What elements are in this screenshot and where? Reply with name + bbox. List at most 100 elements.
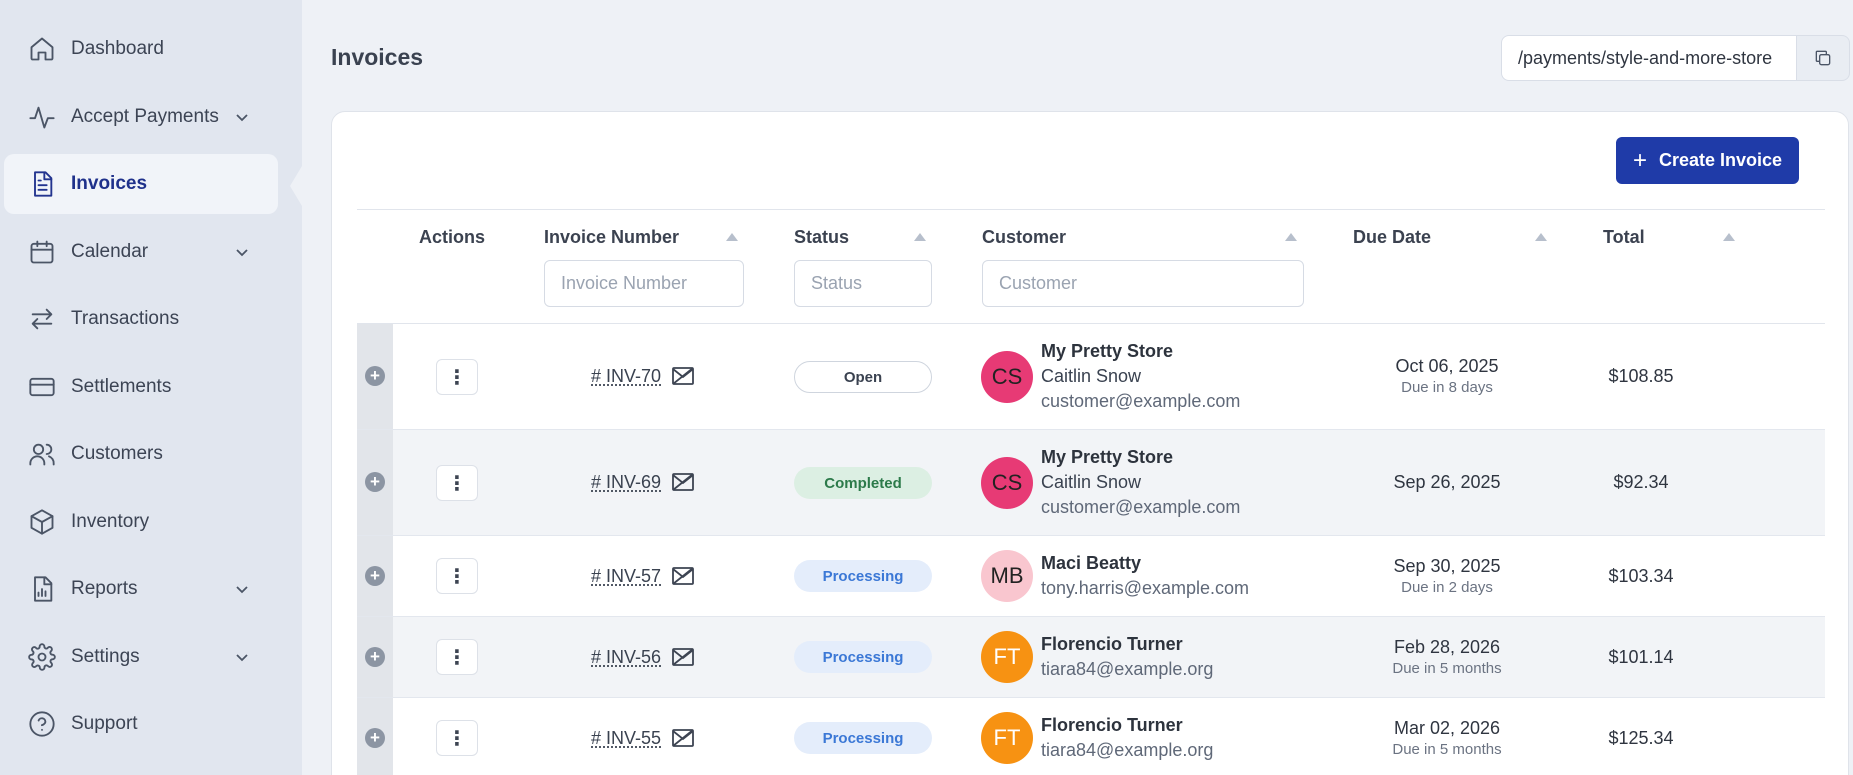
customer-contact: Caitlin Snow	[1041, 472, 1142, 492]
activity-icon	[28, 103, 56, 131]
sidebar-item-label: Settlements	[71, 376, 172, 397]
column-header-due-date[interactable]: Due Date	[1353, 227, 1431, 248]
sidebar-item-label: Dashboard	[71, 38, 164, 59]
sidebar-item-inventory[interactable]: Inventory	[4, 492, 278, 552]
row-actions-button[interactable]: ⋮	[436, 359, 478, 395]
sort-icon[interactable]	[914, 233, 926, 241]
sidebar-item-transactions[interactable]: Transactions	[4, 289, 278, 349]
column-header-invoice-number[interactable]: Invoice Number	[544, 227, 679, 248]
invoice-total: $108.85	[1608, 366, 1674, 386]
expand-row-icon[interactable]: +	[365, 472, 385, 492]
customer-filter[interactable]	[982, 260, 1304, 307]
sidebar-item-dashboard[interactable]: Dashboard	[4, 19, 278, 79]
due-date: Oct 06, 2025	[1395, 356, 1499, 376]
due-note: Due in 2 days	[1401, 579, 1493, 596]
mail-off-icon[interactable]	[671, 728, 695, 748]
active-indicator	[290, 166, 302, 206]
chevron-down-icon	[234, 109, 250, 125]
avatar: CS	[981, 457, 1033, 509]
invoice-number-filter[interactable]	[544, 260, 744, 307]
sidebar-item-settlements[interactable]: Settlements	[4, 357, 278, 417]
invoice-total: $103.34	[1608, 566, 1674, 586]
status-badge: Processing	[794, 722, 932, 754]
table-row: + ⋮ # INV-57 Processing MB Maci Beatty t…	[357, 536, 1825, 617]
sidebar: Dashboard Accept Payments Invoices Calen…	[0, 0, 302, 775]
sidebar-item-settings[interactable]: Settings	[4, 627, 278, 687]
transfer-arrows-icon	[28, 305, 56, 333]
sidebar-item-calendar[interactable]: Calendar	[4, 222, 278, 282]
gear-icon	[28, 643, 56, 671]
status-badge: Processing	[794, 560, 932, 592]
expand-row-icon[interactable]: +	[365, 366, 385, 386]
invoice-number-link[interactable]: # INV-70	[591, 366, 661, 387]
expand-row-icon[interactable]: +	[365, 728, 385, 748]
users-icon	[28, 440, 56, 468]
status-badge: Open	[794, 361, 932, 393]
report-icon	[28, 575, 56, 603]
create-invoice-button[interactable]: + Create Invoice	[1616, 137, 1799, 184]
sort-icon[interactable]	[1285, 233, 1297, 241]
invoice-number-link[interactable]: # INV-69	[591, 472, 661, 493]
table-row: + ⋮ # INV-70 Open CS My Pretty Store Cai…	[357, 324, 1825, 430]
column-header-total[interactable]: Total	[1603, 227, 1645, 248]
sort-icon[interactable]	[1723, 233, 1735, 241]
customer-name: Maci Beatty	[1041, 553, 1142, 573]
sidebar-item-label: Inventory	[71, 511, 150, 532]
help-icon	[28, 710, 56, 738]
expand-row-icon[interactable]: +	[365, 566, 385, 586]
customer-name: My Pretty Store	[1041, 341, 1174, 361]
row-actions-button[interactable]: ⋮	[436, 558, 478, 594]
invoice-total: $101.14	[1608, 647, 1674, 667]
mail-off-icon[interactable]	[671, 566, 695, 586]
chevron-down-icon	[234, 581, 250, 597]
due-date: Feb 28, 2026	[1393, 637, 1501, 657]
mail-off-icon[interactable]	[671, 366, 695, 386]
invoice-number-link[interactable]: # INV-57	[591, 566, 661, 587]
mail-off-icon[interactable]	[671, 647, 695, 667]
invoice-number-link[interactable]: # INV-55	[591, 728, 661, 749]
customer-contact: Caitlin Snow	[1041, 366, 1142, 386]
customer-email: customer@example.com	[1041, 391, 1241, 411]
customer-email: customer@example.com	[1041, 497, 1241, 517]
credit-card-icon	[28, 373, 56, 401]
calendar-icon	[28, 238, 56, 266]
customer-email: tony.harris@example.com	[1041, 578, 1250, 598]
sidebar-item-support[interactable]: Support	[4, 694, 278, 754]
customer-name: Florencio Turner	[1041, 634, 1183, 654]
sort-icon[interactable]	[726, 233, 738, 241]
sidebar-item-label: Support	[71, 713, 138, 734]
avatar: MB	[981, 550, 1033, 602]
customer-email: tiara84@example.org	[1041, 740, 1214, 760]
customer-name: Florencio Turner	[1041, 715, 1183, 735]
invoice-number-link[interactable]: # INV-56	[591, 647, 661, 668]
column-header-status[interactable]: Status	[794, 227, 849, 248]
sidebar-item-label: Customers	[71, 443, 163, 464]
table-row: + ⋮ # INV-55 Processing FT Florencio Tur…	[357, 698, 1825, 775]
sidebar-item-reports[interactable]: Reports	[4, 559, 278, 619]
expand-row-icon[interactable]: +	[365, 647, 385, 667]
row-actions-button[interactable]: ⋮	[436, 465, 478, 501]
invoice-total: $125.34	[1608, 728, 1674, 748]
table-row: + ⋮ # INV-69 Completed CS My Pretty Stor…	[357, 430, 1825, 536]
sidebar-item-label: Invoices	[71, 173, 148, 194]
sidebar-item-label: Calendar	[71, 241, 149, 262]
sidebar-item-invoices[interactable]: Invoices	[4, 154, 278, 214]
home-icon	[28, 35, 56, 63]
copy-url-button[interactable]	[1797, 35, 1850, 81]
due-date: Mar 02, 2026	[1393, 718, 1501, 738]
divider	[357, 209, 1825, 210]
mail-off-icon[interactable]	[671, 472, 695, 492]
status-filter[interactable]	[794, 260, 932, 307]
sidebar-item-label: Settings	[71, 646, 140, 667]
row-actions-button[interactable]: ⋮	[436, 639, 478, 675]
row-actions-button[interactable]: ⋮	[436, 720, 478, 756]
status-badge: Processing	[794, 641, 932, 673]
sort-icon[interactable]	[1535, 233, 1547, 241]
column-header-customer[interactable]: Customer	[982, 227, 1066, 248]
due-note: Due in 8 days	[1401, 379, 1493, 396]
sidebar-item-accept-payments[interactable]: Accept Payments	[4, 87, 278, 147]
payment-url-field[interactable]: /payments/style-and-more-store	[1501, 35, 1797, 81]
sidebar-item-customers[interactable]: Customers	[4, 424, 278, 484]
chevron-down-icon	[234, 649, 250, 665]
sidebar-item-label: Reports	[71, 578, 138, 599]
